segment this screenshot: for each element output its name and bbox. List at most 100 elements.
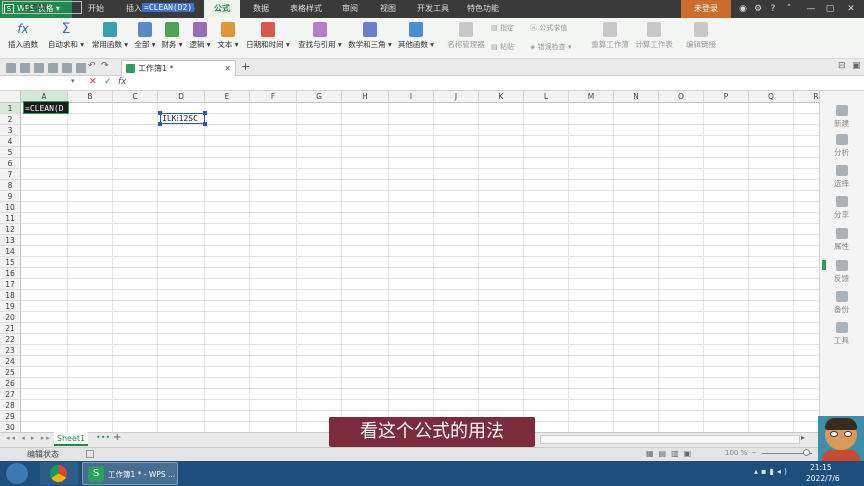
new-tab-icon[interactable]: +: [241, 60, 250, 73]
recalc-workbook-button[interactable]: 重算工作簿: [590, 22, 630, 50]
ribbon-toggle-icon[interactable]: ⊟: [838, 61, 846, 71]
close-icon[interactable]: ✕: [845, 3, 857, 15]
save-icon[interactable]: [20, 63, 30, 73]
view-mode-icons[interactable]: ▦▤▥▣: [646, 449, 696, 458]
selection-handle[interactable]: [203, 111, 207, 115]
column-header[interactable]: B: [68, 91, 113, 103]
fx-label[interactable]: fx: [118, 77, 127, 87]
cancel-icon[interactable]: ✕: [89, 77, 97, 87]
column-header[interactable]: I: [389, 91, 434, 103]
column-header[interactable]: N: [614, 91, 659, 103]
row-header[interactable]: 1: [0, 103, 21, 114]
sidebar-item-properties[interactable]: 属性: [819, 228, 864, 252]
row-header[interactable]: 11: [0, 213, 21, 224]
column-header[interactable]: C: [113, 91, 158, 103]
sidebar-item-backup[interactable]: 备份: [819, 291, 864, 315]
row-header[interactable]: 5: [0, 147, 21, 158]
row-header[interactable]: 2: [0, 114, 21, 125]
row-header[interactable]: 15: [0, 257, 21, 268]
row-header[interactable]: 8: [0, 180, 21, 191]
tray-icons[interactable]: ▴▪▮◂): [754, 467, 790, 476]
select-all-corner[interactable]: [0, 91, 21, 103]
row-header[interactable]: 22: [0, 334, 21, 345]
undo-icon[interactable]: ↶: [88, 61, 96, 71]
row-header[interactable]: 28: [0, 400, 21, 411]
math-button[interactable]: 数学和三角 ▾: [347, 22, 393, 50]
cell-a1[interactable]: =CLEAN(D: [23, 101, 69, 114]
common-functions-button[interactable]: 常用函数 ▾: [90, 22, 130, 50]
zoom-slider-thumb[interactable]: [803, 449, 810, 456]
sidebar-item-new[interactable]: 新建: [819, 105, 864, 129]
row-header[interactable]: 9: [0, 191, 21, 202]
column-header[interactable]: H: [342, 91, 389, 103]
row-header[interactable]: 23: [0, 345, 21, 356]
preview-icon[interactable]: [48, 63, 58, 73]
column-header[interactable]: L: [524, 91, 569, 103]
row-header[interactable]: 18: [0, 290, 21, 301]
row-header[interactable]: 4: [0, 136, 21, 147]
sidebar-item-analyze[interactable]: 分析: [819, 134, 864, 158]
row-header[interactable]: 13: [0, 235, 21, 246]
error-check-button[interactable]: ◈ 错误检查 ▾: [530, 42, 571, 52]
row-header[interactable]: 24: [0, 356, 21, 367]
column-header[interactable]: Q: [749, 91, 794, 103]
selection-handle[interactable]: [158, 122, 162, 126]
more-sheets-icon[interactable]: •••: [96, 433, 110, 442]
row-header[interactable]: 6: [0, 158, 21, 169]
tab-start[interactable]: 开始: [80, 0, 112, 18]
selection-handle[interactable]: [203, 122, 207, 126]
selection-handle[interactable]: [158, 111, 162, 115]
column-header[interactable]: R: [794, 91, 819, 103]
folder-icon[interactable]: [6, 63, 16, 73]
row-header[interactable]: 30: [0, 422, 21, 432]
column-header[interactable]: K: [479, 91, 524, 103]
sidebar-item-tools[interactable]: 工具: [819, 322, 864, 346]
logic-button[interactable]: 逻辑 ▾: [188, 22, 212, 50]
column-header[interactable]: P: [704, 91, 749, 103]
sheet-nav-arrows[interactable]: ◂◂ ◂ ▸ ▸▸: [6, 434, 52, 442]
all-functions-button[interactable]: 全部 ▾: [133, 22, 157, 50]
print-icon[interactable]: [34, 63, 44, 73]
row-header[interactable]: 7: [0, 169, 21, 180]
column-header[interactable]: E: [205, 91, 250, 103]
paste-button[interactable]: ▤ 粘贴: [491, 42, 514, 52]
sidebar-item-select[interactable]: 选择: [819, 165, 864, 189]
row-header[interactable]: 27: [0, 389, 21, 400]
row-header[interactable]: 12: [0, 224, 21, 235]
autosum-button[interactable]: Σ 自动求和 ▾: [46, 22, 86, 50]
row-header[interactable]: 26: [0, 378, 21, 389]
row-header[interactable]: 29: [0, 411, 21, 422]
scroll-right-icon[interactable]: ▸: [801, 433, 805, 442]
column-header[interactable]: J: [434, 91, 479, 103]
taskbar-wps[interactable]: S 工作簿1 * - WPS ...: [82, 462, 178, 485]
column-header[interactable]: D: [158, 91, 205, 103]
row-header[interactable]: 14: [0, 246, 21, 257]
row-header[interactable]: 19: [0, 301, 21, 312]
start-button[interactable]: [6, 463, 28, 484]
finance-button[interactable]: 财务 ▾: [160, 22, 184, 50]
chevron-down-icon[interactable]: ▾: [71, 77, 75, 85]
spreadsheet-grid[interactable]: ABCDEFGHIJKLMNOPQR 1 2 3 4 5 6 7 8 9 10 11 12 13 14 15…: [0, 91, 819, 432]
zoom-out-icon[interactable]: –: [752, 448, 756, 457]
other-functions-button[interactable]: 其他函数 ▾: [396, 22, 436, 50]
column-header[interactable]: G: [297, 91, 342, 103]
sidebar-item-share[interactable]: 分享: [819, 196, 864, 220]
row-header[interactable]: 25: [0, 367, 21, 378]
copy-icon[interactable]: [62, 63, 72, 73]
horizontal-scrollbar[interactable]: [540, 435, 800, 444]
formula-input[interactable]: =CLEAN(D2): [142, 1, 832, 14]
close-tab-icon[interactable]: ✕: [224, 61, 231, 76]
row-header[interactable]: 16: [0, 268, 21, 279]
redo-icon[interactable]: ↷: [101, 61, 109, 71]
column-header[interactable]: M: [569, 91, 614, 103]
row-header[interactable]: 20: [0, 312, 21, 323]
specify-button[interactable]: ▤ 指定: [491, 23, 514, 33]
macro-icon[interactable]: [86, 450, 94, 458]
column-header[interactable]: F: [250, 91, 297, 103]
lookup-button[interactable]: 查找与引用 ▾: [296, 22, 344, 50]
column-header[interactable]: O: [659, 91, 704, 103]
format-icon[interactable]: [76, 63, 86, 73]
add-sheet-icon[interactable]: +: [113, 432, 121, 443]
row-header[interactable]: 17: [0, 279, 21, 290]
datetime-button[interactable]: 日期和时间 ▾: [244, 22, 292, 50]
